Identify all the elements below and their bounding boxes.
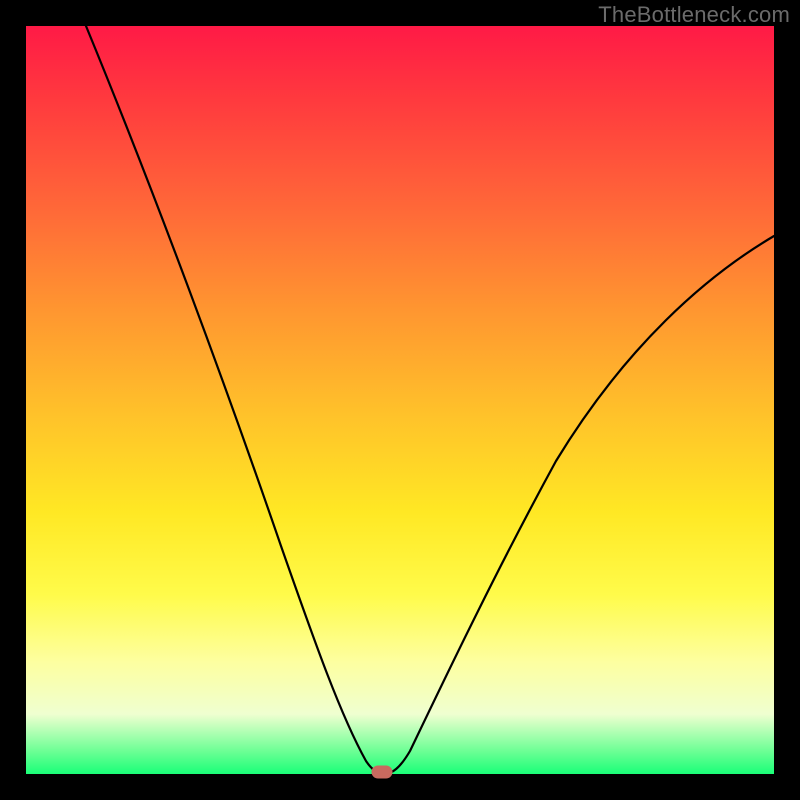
minimum-marker [372,766,392,778]
chart-frame: TheBottleneck.com [0,0,800,800]
plot-area [26,26,774,774]
curve-layer [26,26,774,774]
watermark-text: TheBottleneck.com [598,2,790,28]
bottleneck-curve [86,26,774,774]
